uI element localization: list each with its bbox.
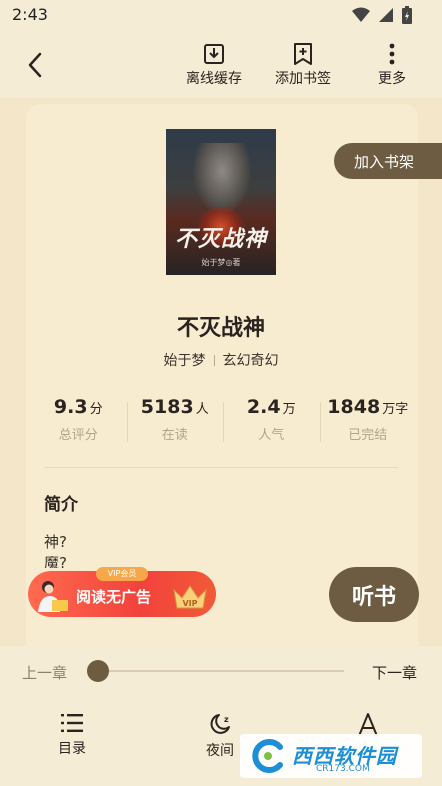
stat-wordcount-unit: 万字 [382,402,409,417]
cover-art-figure [194,143,250,213]
toc-button[interactable]: 目录 [58,712,86,758]
intro-text-line: 神? [44,533,67,551]
vip-badge-text: VIP [182,599,197,608]
vip-member-tag: VIP会员 [96,567,148,581]
listen-button[interactable]: 听书 [329,567,419,622]
watermark-url: CR173.COM [316,764,370,774]
signal-icon [379,8,393,22]
status-icons [352,6,412,24]
list-icon [61,714,83,732]
book-meta: 始于梦 玄幻奇幻 [0,350,442,370]
more-label: 更多 [378,71,406,87]
vip-crown-icon: VIP [173,585,207,609]
stat-readers: 5183 人 在读 [126,396,224,450]
svg-text:z: z [224,715,229,724]
stat-wordcount-label: 已完结 [348,428,388,443]
add-bookmark-label: 添加书签 [275,71,331,87]
stat-readers-value: 5183 [140,396,194,418]
next-chapter-button[interactable]: 下一章 [372,662,417,683]
book-stats: 9.3 分 总评分 5183 人 在读 2.4 万 人气 1848 万字 已完结 [30,396,416,450]
book-category[interactable]: 玄幻奇幻 [223,350,279,370]
book-title: 不灭战神 [176,316,265,341]
offline-cache-label: 离线缓存 [186,71,242,87]
stat-rating-value: 9.3 [53,396,88,418]
stat-wordcount-value: 1848 [327,396,381,418]
cover-author: 始于梦◎著 [201,258,241,267]
add-bookmark-button[interactable]: 添加书签 [275,42,331,88]
stat-popularity-label: 人气 [258,428,285,443]
wifi-icon [352,7,370,22]
download-icon [204,44,224,64]
stat-popularity: 2.4 万 人气 [223,396,320,450]
battery-icon [402,6,412,24]
reader-person-icon [38,581,68,612]
add-to-shelf-button[interactable]: 加入书架 [334,143,442,179]
chapter-progress-slider[interactable] [96,670,344,672]
status-time: 2:43 [12,5,48,24]
stat-rating-unit: 分 [89,402,103,417]
moon-icon: z [210,714,230,734]
offline-cache-button[interactable]: 离线缓存 [186,42,242,88]
slider-thumb[interactable] [87,660,109,682]
cover-title: 不灭战神 [174,226,267,252]
stat-rating: 9.3 分 总评分 [30,396,127,450]
status-bar: 2:43 [0,0,442,32]
prev-chapter-button[interactable]: 上一章 [22,662,67,683]
section-divider [44,467,398,468]
stat-popularity-unit: 万 [282,402,296,417]
night-mode-button[interactable]: z 夜间 [206,712,234,760]
stat-popularity-value: 2.4 [246,396,281,418]
book-author[interactable]: 始于梦 [164,350,206,370]
stat-wordcount: 1848 万字 已完结 [319,396,417,450]
stat-readers-label: 在读 [161,428,188,443]
top-bar: 离线缓存 添加书签 更多 [0,32,442,98]
night-mode-label: 夜间 [206,743,234,759]
chevron-left-icon [28,52,42,78]
book-cover[interactable]: 不灭战神 始于梦◎著 [166,129,276,275]
stat-rating-label: 总评分 [58,428,98,443]
watermark-logo-icon [252,739,283,773]
more-button[interactable]: 更多 [378,42,406,88]
vip-banner-text: 阅读无广告 [76,588,152,606]
intro-text-line: 魔? [44,556,67,568]
stat-readers-unit: 人 [195,402,209,417]
toc-label: 目录 [58,741,86,757]
meta-divider [213,354,215,366]
back-button[interactable] [18,48,52,82]
more-vertical-icon [389,43,395,65]
bookmark-add-icon [294,43,312,65]
intro-heading: 简介 [44,495,78,515]
